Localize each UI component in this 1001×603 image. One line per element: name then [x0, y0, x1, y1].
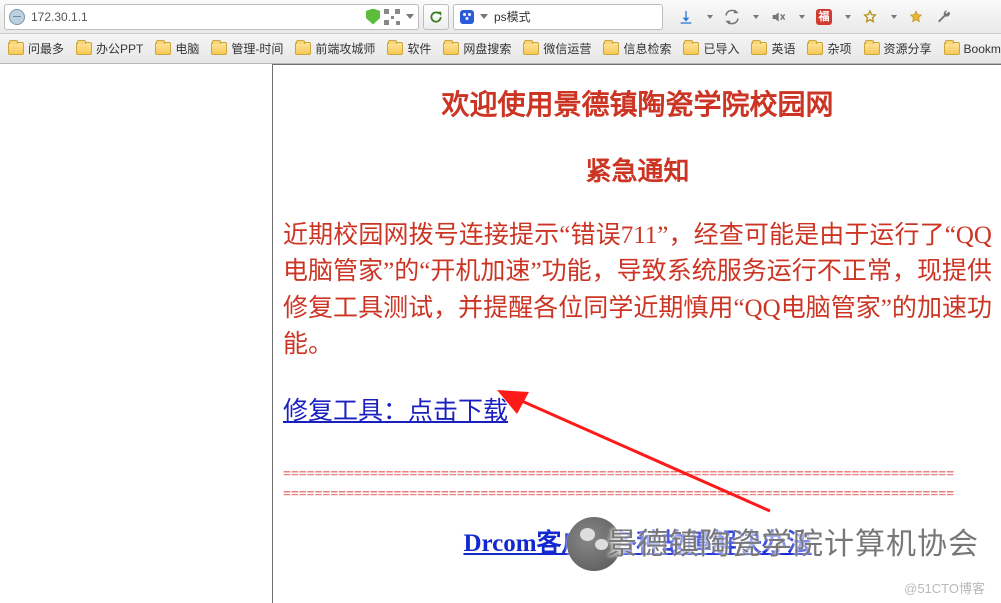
folder-icon	[387, 42, 403, 55]
sync-dropdown-icon[interactable]	[753, 15, 759, 19]
folder-icon	[523, 42, 539, 55]
address-toolbar: 172.30.1.1 ps模式 福	[0, 0, 1001, 34]
star-icon	[862, 9, 878, 25]
bookmark-folder[interactable]: Bookmarks bar	[938, 39, 1001, 59]
folder-icon	[76, 42, 92, 55]
bookmark-label: Bookmarks bar	[964, 42, 1001, 56]
bookmark-label: 问最多	[28, 40, 64, 57]
page-subtitle: 紧急通知	[283, 151, 992, 188]
favorite-button[interactable]	[861, 8, 879, 26]
bookmark-folder[interactable]: 软件	[381, 37, 437, 60]
toolbar-icons: 福	[667, 8, 953, 26]
page-title: 欢迎使用景德镇陶瓷学院校园网	[283, 83, 992, 123]
folder-icon	[155, 42, 171, 55]
bookmark-label: 软件	[407, 40, 431, 57]
folder-icon	[211, 42, 227, 55]
search-engine-icon[interactable]	[460, 10, 474, 24]
folder-icon	[751, 42, 767, 55]
globe-icon	[9, 9, 25, 25]
download-icon	[678, 9, 694, 25]
bookmark-label: 办公PPT	[96, 40, 143, 57]
refresh-sync-button[interactable]	[723, 8, 741, 26]
download-tool-link[interactable]: 修复工具：点击下载	[283, 391, 508, 427]
search-query: ps模式	[494, 8, 656, 25]
bookmark-folder[interactable]: 微信运营	[517, 37, 597, 60]
bookmark-folder[interactable]: 电脑	[149, 37, 205, 60]
url-text: 172.30.1.1	[31, 10, 366, 24]
page-viewport: 欢迎使用景德镇陶瓷学院校园网 紧急通知 近期校园网拨号连接提示“错误711”，经…	[0, 64, 1001, 603]
reload-icon	[429, 10, 443, 24]
url-dropdown-icon[interactable]	[406, 14, 414, 19]
bookmark-button[interactable]	[907, 8, 925, 26]
bookmark-folder[interactable]: 网盘搜索	[437, 37, 517, 60]
url-field[interactable]: 172.30.1.1	[4, 4, 419, 30]
sync-icon	[723, 8, 741, 26]
notice-body: 近期校园网拨号连接提示“错误711”，经查可能是由于运行了“QQ电脑管家”的“开…	[283, 218, 992, 363]
bookmark-label: 管理-时间	[231, 40, 283, 57]
folder-icon	[443, 42, 459, 55]
folder-icon	[603, 42, 619, 55]
folder-icon	[683, 42, 699, 55]
mute-icon	[770, 9, 786, 25]
page-content: 欢迎使用景德镇陶瓷学院校园网 紧急通知 近期校园网拨号连接提示“错误711”，经…	[272, 64, 1001, 603]
folder-icon	[864, 42, 880, 55]
fu-badge-icon: 福	[816, 9, 832, 25]
settings-button[interactable]	[935, 8, 953, 26]
shield-icon	[366, 9, 380, 25]
bookmark-label: 微信运营	[543, 40, 591, 57]
bookmark-label: 已导入	[703, 40, 739, 57]
wrench-icon	[936, 9, 952, 25]
bookmark-folder[interactable]: 问最多	[2, 37, 70, 60]
bookmark-folder[interactable]: 前端攻城师	[289, 37, 381, 60]
bookmark-label: 资源分享	[884, 40, 932, 57]
bookmark-label: 杂项	[827, 40, 851, 57]
folder-icon	[8, 42, 24, 55]
folder-icon	[295, 42, 311, 55]
bookmark-folder[interactable]: 管理-时间	[205, 37, 289, 60]
bookmark-folder[interactable]: 办公PPT	[70, 37, 149, 60]
mute-dropdown-icon[interactable]	[799, 15, 805, 19]
search-engine-dropdown-icon[interactable]	[480, 14, 488, 19]
bookmark-folder[interactable]: 已导入	[677, 37, 745, 60]
bookmark-label: 电脑	[175, 40, 199, 57]
bookmark-label: 英语	[771, 40, 795, 57]
mute-button[interactable]	[769, 8, 787, 26]
folder-icon	[944, 42, 960, 55]
qr-icon[interactable]	[384, 9, 400, 25]
bookmark-folder[interactable]: 杂项	[801, 37, 857, 60]
fu-badge-button[interactable]: 福	[815, 8, 833, 26]
bookmark-label: 信息检索	[623, 40, 671, 57]
bookmark-label: 网盘搜索	[463, 40, 511, 57]
bookmark-label: 前端攻城师	[315, 40, 375, 57]
bookmark-folder[interactable]: 资源分享	[858, 37, 938, 60]
favorite-dropdown-icon[interactable]	[891, 15, 897, 19]
bookmark-folder[interactable]: 英语	[745, 37, 801, 60]
bookmarks-bar: 问最多 办公PPT 电脑 管理-时间 前端攻城师 软件 网盘搜索 微信运营 信息检索 已导入 英语 杂…	[0, 34, 1001, 64]
reload-button[interactable]	[423, 4, 449, 30]
drcom-faq-link[interactable]: Drcom客户端各种故障解决办法	[283, 523, 992, 559]
divider-line: ========================================…	[283, 467, 992, 483]
search-field[interactable]: ps模式	[453, 4, 663, 30]
folder-icon	[807, 42, 823, 55]
downloads-dropdown-icon[interactable]	[707, 15, 713, 19]
wechat-logo-icon	[567, 517, 621, 571]
downloads-button[interactable]	[677, 8, 695, 26]
fu-dropdown-icon[interactable]	[845, 15, 851, 19]
bookmark-folder[interactable]: 信息检索	[597, 37, 677, 60]
bookmark-star-icon	[908, 9, 924, 25]
divider-line: ========================================…	[283, 487, 992, 503]
